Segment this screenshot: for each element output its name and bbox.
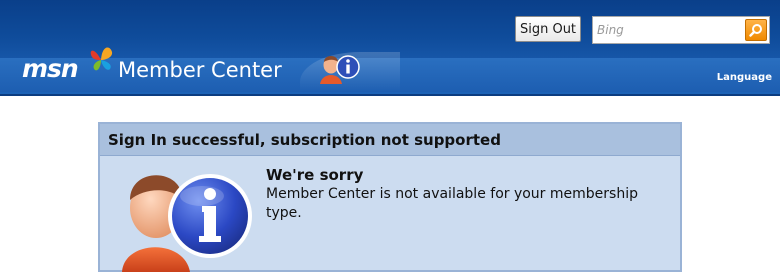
sign-out-button[interactable]: Sign Out — [515, 16, 581, 42]
user-info-icon — [320, 55, 360, 84]
search-input[interactable] — [595, 19, 743, 41]
language-link[interactable]: Language — [717, 72, 772, 83]
search-box — [592, 16, 770, 44]
site-header: Sign Out msn Member Center Language — [0, 0, 780, 96]
user-info-icon — [122, 174, 252, 272]
search-icon — [749, 24, 762, 37]
msn-logo[interactable]: msn — [22, 47, 114, 86]
page-title: Member Center — [118, 58, 282, 82]
dialog-title: Sign In successful, subscription not sup… — [100, 124, 680, 156]
dialog-message: Member Center is not available for your … — [266, 186, 638, 221]
dialog-heading: We're sorry — [266, 166, 364, 184]
search-button[interactable] — [745, 19, 767, 41]
msn-wordmark: msn — [22, 54, 79, 83]
message-dialog: Sign In successful, subscription not sup… — [98, 122, 682, 272]
msn-butterfly-icon — [90, 47, 113, 71]
